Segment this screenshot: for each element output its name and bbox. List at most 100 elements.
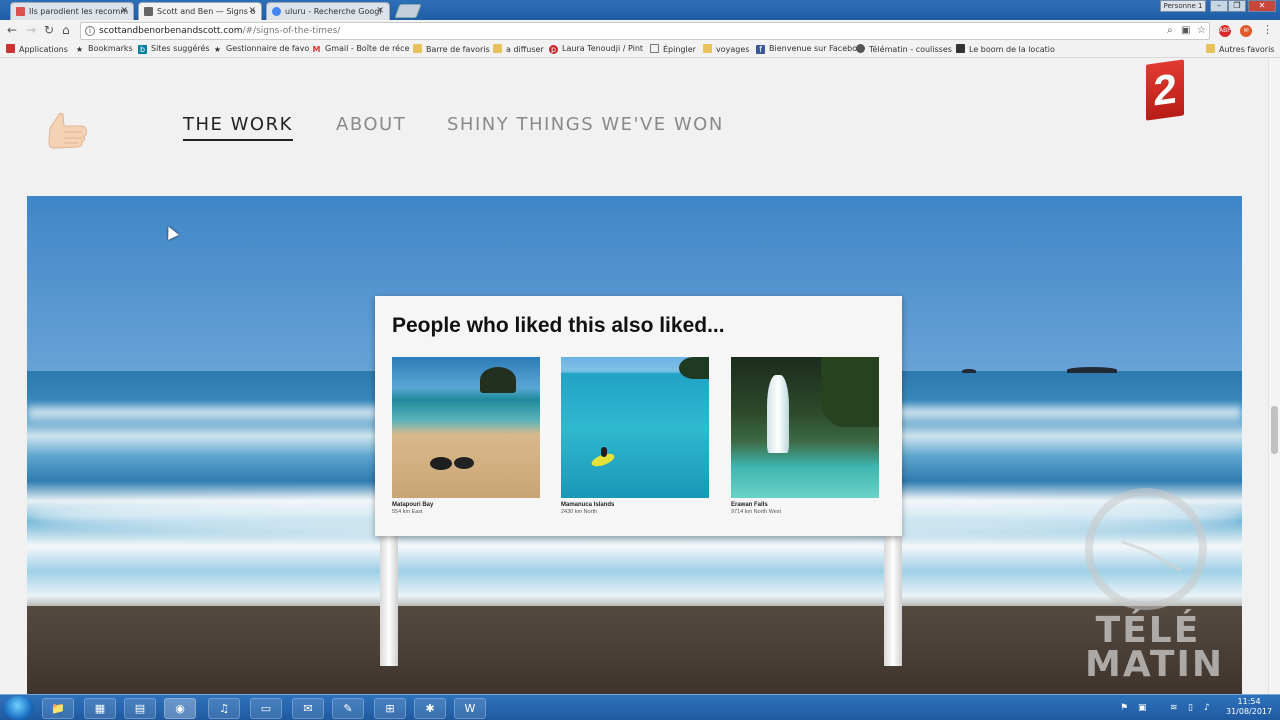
bookmark-a-diffuser[interactable]: a diffuser <box>493 44 544 54</box>
tab-favicon-icon <box>144 7 153 16</box>
adblock-icon[interactable]: ABP <box>1219 25 1231 37</box>
menu-icon[interactable]: ⋮ <box>1262 24 1273 36</box>
back-icon[interactable]: ← <box>7 24 17 36</box>
page-icon <box>856 44 865 53</box>
hero-image: People who liked this also liked... Mata… <box>27 196 1242 694</box>
tray-flag-icon[interactable]: ⚑ <box>1120 703 1128 713</box>
profile-button[interactable]: Personne 1 <box>1160 0 1206 12</box>
card-name: Matapouri Bay <box>392 502 434 508</box>
mail-icon[interactable]: ✉ <box>292 698 324 719</box>
word-icon[interactable]: W <box>454 698 486 719</box>
browser-tab-strip: Ils parodient les recomm ✕ Scott and Ben… <box>0 0 1280 20</box>
tray-network-icon[interactable]: ▣ <box>1138 703 1147 713</box>
tab-scott-and-ben[interactable]: Scott and Ben — Signs o ✕ <box>138 2 262 20</box>
beach-sand <box>27 606 1242 694</box>
bookmarks-bar: Applications ★ Bookmarks b Sites suggérés … <box>0 42 1280 58</box>
island-silhouette <box>962 369 976 373</box>
screen: Ils parodient les recomm ✕ Scott and Ben… <box>0 0 1280 720</box>
watermark-text: TÉLÉ MATIN <box>1085 610 1224 685</box>
nav-the-work[interactable]: THE WORK <box>183 114 293 141</box>
billboard-sign: People who liked this also liked... Mata… <box>375 296 902 536</box>
star-icon: ★ <box>213 45 222 54</box>
bookmark-pinterest[interactable]: p Laura Tenoudji / Pint <box>549 44 643 54</box>
tray-volume-icon[interactable]: ♪ <box>1204 703 1210 713</box>
waterfall-photo <box>731 357 879 498</box>
maximize-icon[interactable]: ❐ <box>1228 0 1246 12</box>
close-tab-icon[interactable]: ✕ <box>248 6 256 16</box>
bookmark-applications[interactable]: Applications <box>6 44 68 54</box>
browser-toolbar: ← → ↻ ⌂ i scottandbenorbenandscott.com/#… <box>0 20 1280 42</box>
nav-shiny-things[interactable]: SHINY THINGS WE'VE WON <box>447 114 724 135</box>
url-text[interactable]: scottandbenorbenandscott.com/#/signs-of-… <box>99 26 340 36</box>
tab-title: uluru - Recherche Googl <box>285 7 382 16</box>
clock-time: 11:54 <box>1237 697 1261 706</box>
bookmark-boom-location[interactable]: Le boom de la locatio <box>956 44 1055 54</box>
card-distance: 9714 km North West <box>731 509 782 515</box>
tab-title: Ils parodient les recomm <box>29 7 129 16</box>
bookmark-star-icon[interactable]: ☆ <box>1197 25 1206 36</box>
tab-parodient[interactable]: Ils parodient les recomm ✕ <box>10 2 134 20</box>
address-bar[interactable]: i scottandbenorbenandscott.com/#/signs-o… <box>80 22 1210 40</box>
bookmark-gestionnaire[interactable]: ★ Gestionnaire de favo <box>213 44 309 54</box>
close-tab-icon[interactable]: ✕ <box>376 6 384 16</box>
island-silhouette <box>1067 367 1117 373</box>
bookmark-bookmarks[interactable]: ★ Bookmarks <box>75 44 133 54</box>
close-window-icon[interactable]: ✕ <box>1248 0 1276 12</box>
bookmark-telematin[interactable]: Télématin - coulisses <box>856 44 952 54</box>
start-button[interactable] <box>4 696 34 720</box>
clock-date: 31/08/2017 <box>1226 707 1273 716</box>
beach-photo <box>392 357 540 498</box>
extension-icon[interactable]: ✉ <box>1240 25 1252 37</box>
search-icon[interactable]: ⌕ <box>1167 25 1173 36</box>
forward-icon[interactable]: → <box>26 24 36 36</box>
tray-clock[interactable]: 11:54 31/08/2017 <box>1226 697 1272 717</box>
bookmark-facebook[interactable]: f Bienvenue sur Facebo <box>756 44 857 54</box>
chrome-icon[interactable]: ◉ <box>164 698 196 719</box>
destination-card: Matapouri Bay 554 km East <box>392 357 540 515</box>
explorer-icon[interactable]: 📁 <box>42 698 74 719</box>
lagoon-photo <box>561 357 709 498</box>
network-icon[interactable]: ⊞ <box>374 698 406 719</box>
telematin-watermark: TÉLÉ MATIN <box>1085 488 1224 685</box>
tab-uluru[interactable]: uluru - Recherche Googl ✕ <box>266 2 390 20</box>
tab-title: Scott and Ben — Signs o <box>157 7 256 16</box>
france2-logo: 2 <box>1146 59 1184 121</box>
bing-icon: b <box>138 45 147 54</box>
new-tab-button[interactable] <box>394 4 422 18</box>
paint-icon[interactable]: ✎ <box>332 698 364 719</box>
tray-wifi-icon[interactable]: ≋ <box>1170 703 1178 713</box>
bookmark-sites-suggeres[interactable]: b Sites suggérés <box>138 44 210 54</box>
sign-post <box>380 536 398 666</box>
gmail-icon: M <box>312 45 321 54</box>
notes-icon[interactable]: ▤ <box>124 698 156 719</box>
folder-icon <box>413 44 422 53</box>
tab-favicon-icon <box>16 7 25 16</box>
page-scrollbar[interactable] <box>1268 58 1280 694</box>
card-distance: 554 km East <box>392 509 423 515</box>
bookmark-epingler[interactable]: Épingler <box>650 44 696 54</box>
bookmark-autres-favoris[interactable]: Autres favoris <box>1206 44 1274 54</box>
destination-card: Erawan Falls 9714 km North West <box>731 357 879 515</box>
google-icon <box>272 7 281 16</box>
thumbs-up-logo-icon[interactable] <box>44 108 92 152</box>
translate-icon[interactable]: ▣ <box>1181 25 1190 36</box>
folder-icon[interactable]: ▭ <box>250 698 282 719</box>
nav-about[interactable]: ABOUT <box>336 114 406 135</box>
info-icon[interactable]: i <box>85 26 95 36</box>
scrollbar-thumb[interactable] <box>1271 406 1278 454</box>
windows-taskbar: 📁 ▦ ▤ ◉ ♫ ▭ ✉ ✎ ⊞ ✱ W ⚑ ▣ ≋ ▯ ♪ 11:54 31… <box>0 694 1280 720</box>
folder-icon <box>493 44 502 53</box>
bookmark-voyages[interactable]: voyages <box>703 44 749 54</box>
bookmark-gmail[interactable]: M Gmail - Boîte de réce <box>312 44 410 54</box>
close-tab-icon[interactable]: ✕ <box>120 6 128 16</box>
minimize-icon[interactable]: – <box>1210 0 1228 12</box>
home-icon[interactable]: ⌂ <box>62 24 70 36</box>
tray-battery-icon[interactable]: ▯ <box>1188 703 1193 713</box>
apps-icon[interactable]: ▦ <box>84 698 116 719</box>
reload-icon[interactable]: ↻ <box>44 24 54 36</box>
bookmark-barre-de-favoris[interactable]: Barre de favoris <box>413 44 490 54</box>
folder-icon <box>703 44 712 53</box>
game-icon[interactable]: ✱ <box>414 698 446 719</box>
itunes-icon[interactable]: ♫ <box>208 698 240 719</box>
card-name: Mamanuca Islands <box>561 502 615 508</box>
